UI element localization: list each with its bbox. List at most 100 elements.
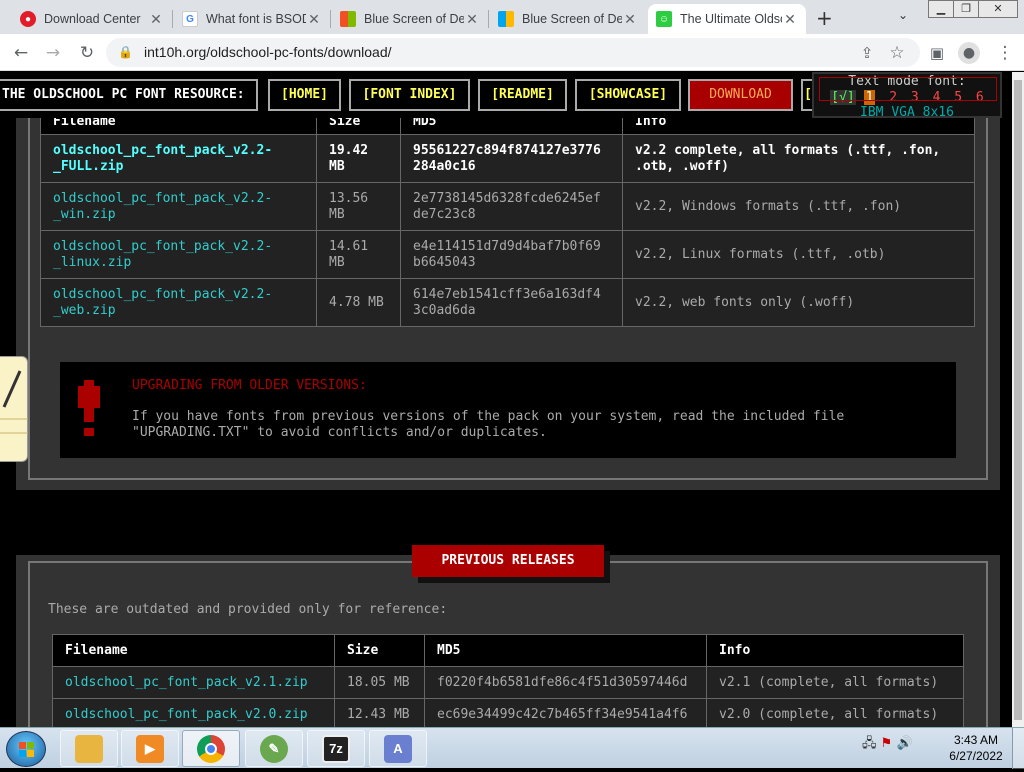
upgrade-body-line: If you have fonts from previous versions… <box>132 409 845 424</box>
profile-avatar-icon[interactable]: ● <box>958 42 980 64</box>
file-info: v2.2, web fonts only (.woff) <box>622 278 975 327</box>
windows-taskbar: ▶ ✎ 7z A 🖧 ⚑ 🔊 3:43 AM 6/27/2022 <box>0 727 1024 769</box>
tab-what-font[interactable]: G What font is BSOD ✕ <box>174 4 330 34</box>
md5-hash-line: de7c23c8 <box>413 206 476 222</box>
download-link-line[interactable]: oldschool_pc_font_pack_v2.2- <box>53 143 304 159</box>
new-tab-button[interactable]: + <box>816 6 833 30</box>
share-icon[interactable]: ⇪ <box>856 42 878 64</box>
reload-icon[interactable]: ↻ <box>76 42 98 64</box>
download-link[interactable]: oldschool_pc_font_pack_v2.2- _web.zip <box>40 278 317 327</box>
download-link[interactable]: oldschool_pc_font_pack_v2.2- _FULL.zip <box>40 134 317 183</box>
font-option-3[interactable]: 3 <box>911 90 919 105</box>
nav-home[interactable]: [HOME] <box>268 79 341 111</box>
download-link[interactable]: oldschool_pc_font_pack_v2.2- _linux.zip <box>40 230 317 279</box>
table-row: oldschool_pc_font_pack_v2.2- _web.zip 4.78… <box>40 278 975 327</box>
upgrade-heading: UPGRADING FROM OLDER VERSIONS: <box>132 378 367 393</box>
font-option-1[interactable]: 1 <box>863 90 876 105</box>
tab-bsod-1[interactable]: Blue Screen of Death ✕ <box>332 4 488 34</box>
tab-separator <box>488 10 489 28</box>
table-row: oldschool_pc_font_pack_v2.1.zip 18.05 MB f… <box>52 666 964 699</box>
nav-readme[interactable]: [README] <box>478 79 567 111</box>
table-row: oldschool_pc_font_pack_v2.0.zip 12.43 MB e… <box>52 698 964 727</box>
lock-icon: 🔒 <box>118 45 133 59</box>
download-link[interactable]: oldschool_pc_font_pack_v2.2- _win.zip <box>40 182 317 231</box>
font-option-5[interactable]: 5 <box>954 90 962 105</box>
tab-download-center[interactable]: ● Download Center ✕ <box>12 4 172 34</box>
pen-icon <box>0 370 28 434</box>
nav-showcase[interactable]: [SHOWCASE] <box>575 79 681 111</box>
nav-font-index[interactable]: [FONT INDEX] <box>349 79 470 111</box>
col-filename: Filename <box>52 634 335 667</box>
file-size: 19.42 MB <box>316 134 401 183</box>
download-link[interactable]: oldschool_pc_font_pack_v2.0.zip <box>52 698 335 727</box>
action-center-flag-icon[interactable]: ⚑ <box>881 736 893 751</box>
download-link-line[interactable]: oldschool_pc_font_pack_v2.2- <box>53 191 304 207</box>
download-link-line[interactable]: _win.zip <box>53 207 304 223</box>
md5-hash: 614e7eb1541cff3e6a163df4 3c0ad6da <box>400 278 623 327</box>
font-option-4[interactable]: 4 <box>933 90 941 105</box>
file-size-line: MB <box>329 158 345 174</box>
download-link[interactable]: oldschool_pc_font_pack_v2.1.zip <box>52 666 335 699</box>
page-scrollbar[interactable] <box>1012 72 1024 727</box>
tab-separator <box>172 10 173 28</box>
restore-button[interactable]: ❐ <box>953 0 979 18</box>
md5-hash: 2e7738145d6328fcde6245ef de7c23c8 <box>400 182 623 231</box>
nav-download[interactable]: DOWNLOAD <box>688 79 793 111</box>
previous-releases-note: These are outdated and provided only for… <box>48 602 448 617</box>
minimize-button[interactable]: ▁ <box>928 0 954 18</box>
scrollbar-thumb[interactable] <box>1014 80 1022 720</box>
font-option-2[interactable]: 2 <box>889 90 897 105</box>
close-tab-icon[interactable]: ✕ <box>782 11 798 28</box>
side-panel-icon[interactable]: ▣ <box>926 42 948 64</box>
close-tab-icon[interactable]: ✕ <box>148 11 164 28</box>
system-clock[interactable]: 3:43 AM 6/27/2022 <box>938 732 1014 764</box>
close-tab-icon[interactable]: ✕ <box>306 11 322 28</box>
browser-toolbar: ← → ↻ 🔒 int10h.org/oldschool-pc-fonts/do… <box>0 34 1024 71</box>
bookmark-star-icon[interactable]: ☆ <box>886 42 908 64</box>
desktop-notepad-gadget[interactable] <box>0 356 28 462</box>
taskbar-paint[interactable]: ✎ <box>245 730 303 767</box>
google-icon: G <box>182 11 198 27</box>
smiley-icon: ☺ <box>656 11 672 27</box>
kebab-menu-icon[interactable]: ⋮ <box>994 42 1016 64</box>
tab-search-chevron-icon[interactable]: ⌄ <box>898 8 908 22</box>
download-link-line[interactable]: _FULL.zip <box>53 159 304 175</box>
windows-logo-icon <box>19 742 34 757</box>
file-info-line: v2.2 complete, all formats (.ttf, .fon, <box>635 142 941 158</box>
file-size: 18.05 MB <box>334 666 425 699</box>
table-header-row: Filename Size MD5 Info <box>52 634 964 667</box>
font-check-toggle[interactable]: [√] <box>830 90 856 105</box>
url-text: int10h.org/oldschool-pc-fonts/download/ <box>144 44 392 60</box>
forward-arrow-icon[interactable]: → <box>42 42 64 64</box>
taskbar-7zip[interactable]: 7z <box>307 730 365 767</box>
download-link-line[interactable]: oldschool_pc_font_pack_v2.2- <box>53 239 304 255</box>
taskbar-media-player[interactable]: ▶ <box>121 730 179 767</box>
download-link-line[interactable]: _linux.zip <box>53 255 304 271</box>
back-arrow-icon[interactable]: ← <box>10 42 32 64</box>
download-link-line[interactable]: oldschool_pc_font_pack_v2.2- <box>53 287 304 303</box>
tab-bsod-2[interactable]: Blue Screen of Death ✕ <box>490 4 646 34</box>
taskbar-chrome[interactable] <box>182 730 240 767</box>
file-size-line: 14.61 <box>329 238 369 254</box>
start-button[interactable] <box>6 731 46 767</box>
font-option-6[interactable]: 6 <box>976 90 984 105</box>
tab-separator <box>330 10 331 28</box>
volume-icon[interactable]: 🔊 <box>896 736 912 751</box>
upgrade-body: If you have fonts from previous versions… <box>132 409 932 441</box>
col-size: Size <box>334 634 425 667</box>
network-icon[interactable]: 🖧 <box>862 736 877 751</box>
md5-hash: e4e114151d7d9d4baf7b0f69 b6645043 <box>400 230 623 279</box>
font-app-icon: A <box>384 734 412 763</box>
download-link-line[interactable]: _web.zip <box>53 303 304 319</box>
table-row: oldschool_pc_font_pack_v2.2- _win.zip 13.5… <box>40 182 975 231</box>
show-desktop-button[interactable] <box>1012 728 1024 769</box>
close-tab-icon[interactable]: ✕ <box>464 11 480 28</box>
close-window-button[interactable]: ✕ <box>978 0 1018 18</box>
close-tab-icon[interactable]: ✕ <box>622 11 638 28</box>
address-bar[interactable]: 🔒 int10h.org/oldschool-pc-fonts/download… <box>106 38 920 67</box>
previous-releases-heading: PREVIOUS RELEASES <box>412 545 604 577</box>
taskbar-font-app[interactable]: A <box>369 730 427 767</box>
taskbar-explorer[interactable] <box>60 730 118 767</box>
md5-hash: 95561227c894f874127e3776 284a0c16 <box>400 134 623 183</box>
tab-oldschool-fonts[interactable]: ☺ The Ultimate Oldschool PC Font Pack ✕ <box>648 4 806 34</box>
